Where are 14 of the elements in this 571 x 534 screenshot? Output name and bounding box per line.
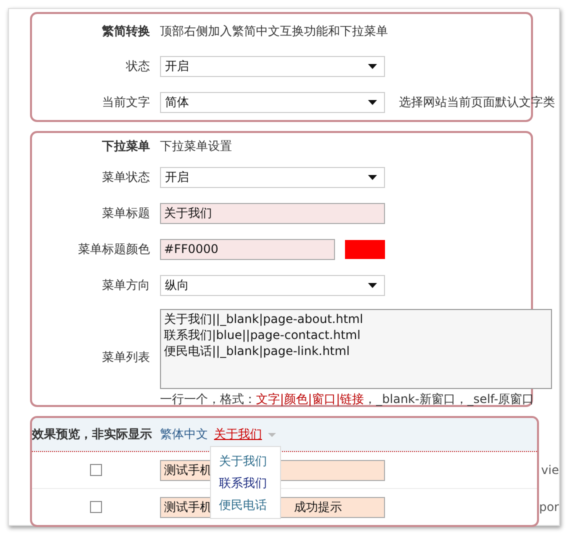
section-title: 繁简转换: [102, 24, 150, 38]
field-label: 菜单标题颜色: [78, 242, 150, 256]
field-label: 菜单列表: [102, 350, 150, 364]
field-label: 菜单标题: [102, 206, 150, 220]
preview-label: 效果预览，非实际显示: [32, 427, 152, 441]
field-label: 菜单状态: [102, 170, 150, 184]
table-cell: por: [539, 500, 559, 514]
field-label: 菜单方向: [102, 278, 150, 292]
field-label: 当前文字: [102, 94, 150, 108]
section-description: 下拉菜单设置: [160, 138, 232, 154]
table-cell: vie: [541, 463, 559, 477]
section-description: 顶部右侧加入繁简中文互换功能和下拉菜单: [160, 22, 388, 40]
field-label: 状态: [126, 58, 150, 72]
section-title: 下拉菜单: [102, 138, 150, 152]
